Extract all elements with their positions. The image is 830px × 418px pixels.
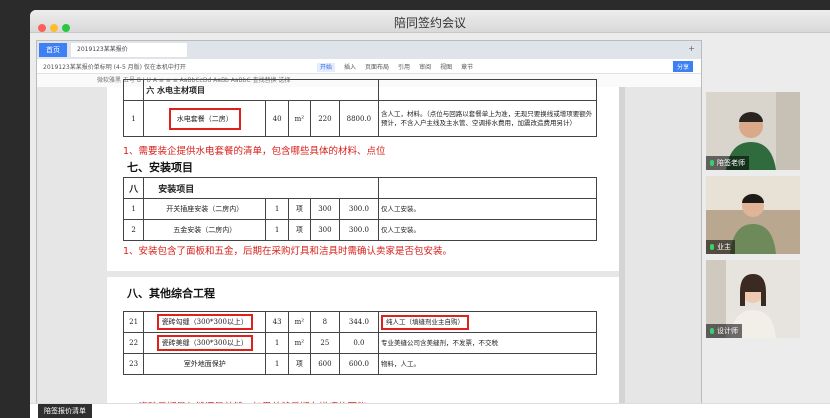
section-7-title: 七、安装项目 (127, 161, 193, 174)
cell-name: 开关插座安装（二房内） (143, 198, 267, 220)
document-area: 六 水电主材项目 1 水电套餐（二房） 40 m² 220 8800.0 含人工… (37, 79, 701, 418)
labor-only-highlight: 纯人工（填缝剂业主自购） (381, 314, 470, 330)
tab-home[interactable]: 首页 (39, 43, 67, 57)
beauty-seam-highlight: 瓷砖美缝（300*300以上） (156, 335, 253, 351)
cell-total: 8800.0 (338, 100, 380, 137)
mic-icon (710, 328, 714, 334)
table-row: 八 安装项目 (122, 177, 597, 199)
participant-tile[interactable]: 设计师 (706, 260, 800, 338)
cell-price: 600 (310, 353, 340, 375)
cell-no: 2 (122, 219, 145, 241)
table-row: 2 五金安装（二房内） 1 项 300 300.0 仅人工安装。 (122, 219, 597, 241)
water-package-highlight: 水电套餐（二房） (168, 107, 241, 130)
other-works-table: 21 瓷砖勾缝（300*300以上） 43 m² 8 344.0 纯人工（填缝剂… (122, 311, 597, 375)
table-row: 1 开关插座安装（二房内） 1 项 300 300.0 仅人工安装。 (122, 198, 597, 220)
table-row: 22 瓷砖美缝（300*300以上） 1 m² 25 0.0 专业美缝公司含美缝… (122, 332, 597, 354)
cell-no: 1 (122, 198, 145, 220)
cell-desc: 含人工，材料。（点位与回路以套餐单上为准，无现只要换线或增项要额外预计，不含入户… (378, 100, 597, 137)
cell-unit: 项 (287, 219, 312, 241)
cell-no: 21 (122, 311, 145, 333)
cell-no: 23 (122, 353, 145, 375)
shared-screen: 首页 2019123某某报价 + 2019123某某报价单标明 (4-5 月版)… (36, 40, 702, 418)
editor-tab-bar: 首页 2019123某某报价 + (37, 41, 701, 59)
install-head-name: 安装项目 (143, 177, 380, 199)
cell-no: 22 (122, 332, 145, 354)
cell-desc: 仅人工安装。 (378, 198, 597, 220)
page-break (107, 271, 619, 277)
cell-qty: 1 (265, 198, 289, 220)
cell-price: 25 (310, 332, 340, 354)
ribbon-menu: 开始 插入 页面布局 引用 审阅 视图 章节 (317, 62, 482, 72)
tab-document[interactable]: 2019123某某报价 (71, 43, 187, 57)
cell-unit: 项 (287, 198, 312, 220)
cell-desc: 专业美缝公司含美缝剂，不发票，不交税 (378, 332, 597, 354)
participant-name: 业主 (717, 243, 731, 251)
note-water-electric: 1、需要装企提供水电套餐的清单，包含哪些具体的材料、点位 (123, 146, 386, 157)
title-bar: 陪同签约会议 (30, 10, 830, 33)
cell-unit: 项 (287, 353, 312, 375)
cell-unit: m² (287, 311, 312, 333)
participant-name-bar: 设计师 (706, 324, 742, 338)
water-electric-table: 六 水电主材项目 1 水电套餐（二房） 40 m² 220 8800.0 含人工… (122, 79, 597, 137)
participant-tile[interactable]: 业主 (706, 176, 800, 254)
window-title: 陪同签约会议 (393, 16, 466, 30)
editor-menu-bar: 2019123某某报价单标明 (4-5 月版) 仅在本机中打开 开始 插入 页面布局… (37, 59, 701, 74)
cell-no: 1 (122, 100, 145, 137)
cell-total: 600.0 (338, 353, 380, 375)
cell-total: 300.0 (338, 198, 380, 220)
cell-total: 344.0 (338, 311, 380, 333)
section-8-title: 八、其他综合工程 (127, 287, 215, 300)
table-row: 六 水电主材项目 (122, 79, 597, 101)
menu-item[interactable]: 审阅 (419, 64, 431, 71)
cell-price: 8 (310, 311, 340, 333)
cell-desc: 物料，人工。 (378, 353, 597, 375)
cell-price: 300 (310, 219, 340, 241)
participant-name-bar: 业主 (706, 240, 735, 254)
cell-name: 五金安装（二房内） (143, 219, 267, 241)
cell-qty: 43 (265, 311, 289, 333)
vertical-scrollbar[interactable] (619, 87, 625, 418)
menu-item[interactable]: 视图 (440, 64, 452, 71)
table-row: 23 室外地面保护 1 项 600 600.0 物料，人工。 (122, 353, 597, 375)
meeting-bottom-bar (30, 403, 830, 418)
document-filename: 2019123某某报价单标明 (4-5 月版) 仅在本机中打开 (43, 64, 186, 71)
cell-price: 220 (310, 100, 340, 137)
cell-name: 室外地面保护 (143, 353, 267, 375)
menu-item[interactable]: 引用 (398, 64, 410, 71)
cell-unit: m² (287, 100, 312, 137)
participant-name: 设计师 (717, 327, 738, 335)
mic-icon (710, 244, 714, 250)
cell-price: 300 (310, 198, 340, 220)
participant-tile[interactable]: 陪签老师 (706, 92, 800, 170)
cell-total: 0.0 (338, 332, 380, 354)
share-button[interactable]: 分享 (672, 61, 693, 72)
participant-name-bar: 陪签老师 (706, 156, 749, 170)
cell-unit: m² (287, 332, 312, 354)
cell-qty: 1 (265, 332, 289, 354)
shared-file-label: 陪签报价清单 (38, 404, 92, 418)
mic-icon (710, 160, 714, 166)
menu-item[interactable]: 插入 (344, 64, 356, 71)
grout-highlight: 瓷砖勾缝（300*300以上） (156, 314, 253, 330)
cell-qty: 1 (265, 353, 289, 375)
menu-item[interactable]: 开始 (317, 63, 336, 72)
cell-desc: 仅人工安装。 (378, 219, 597, 241)
new-tab-icon[interactable]: + (688, 44, 695, 53)
table-row: 1 水电套餐（二房） 40 m² 220 8800.0 含人工，材料。（点位与回… (122, 100, 597, 137)
install-table: 八 安装项目 1 开关插座安装（二房内） 1 项 300 300.0 仅人工安装… (122, 177, 597, 241)
install-head-no: 八 (122, 177, 145, 199)
meeting-window: 陪同签约会议 首页 2019123某某报价 + 2019123某某报价单标明 (… (30, 10, 830, 418)
document-page: 六 水电主材项目 1 水电套餐（二房） 40 m² 220 8800.0 含人工… (107, 79, 619, 418)
menu-item[interactable]: 章节 (461, 64, 473, 71)
note-installation: 1、安装包含了面板和五金，后期在采购灯具和洁具时需确认卖家是否包安装。 (123, 246, 453, 257)
participant-name: 陪签老师 (717, 159, 745, 167)
cell-qty: 40 (265, 100, 289, 137)
cell-qty: 1 (265, 219, 289, 241)
cell-total: 300.0 (338, 219, 380, 241)
menu-item[interactable]: 页面布局 (365, 64, 389, 71)
section-6-title: 六 水电主材项目 (143, 79, 380, 101)
table-row: 21 瓷砖勾缝（300*300以上） 43 m² 8 344.0 纯人工（填缝剂… (122, 311, 597, 333)
